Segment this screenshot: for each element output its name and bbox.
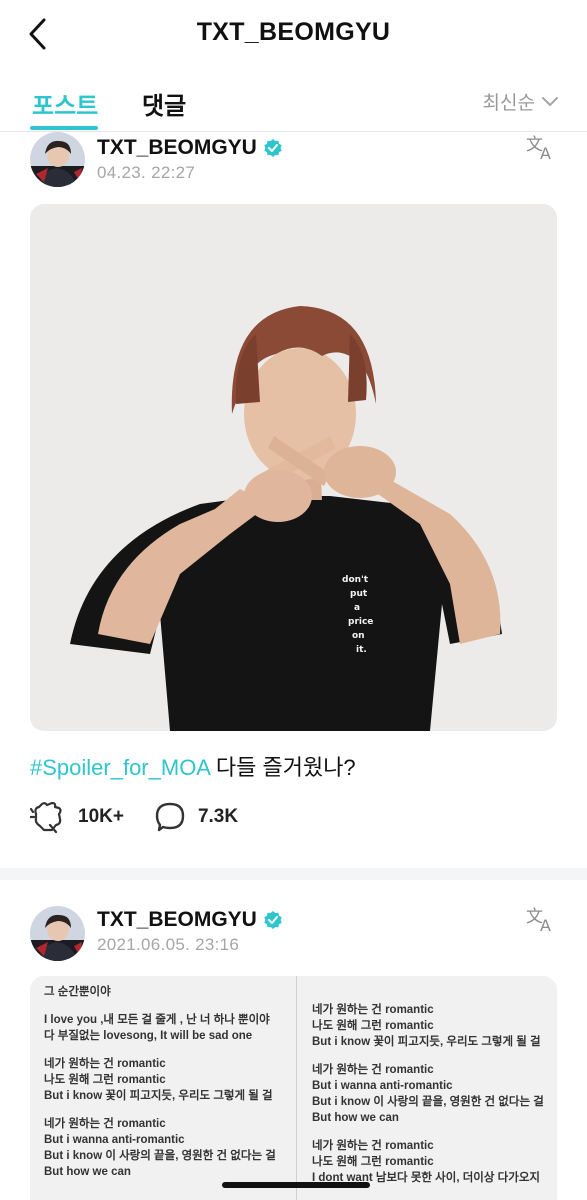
like-button[interactable]: 10K+: [30, 800, 124, 834]
post-timestamp: 2021.06.05. 23:16: [97, 935, 240, 954]
comment-count: 7.3K: [197, 806, 239, 827]
lyric-line: But i wanna anti-romantic: [312, 1080, 453, 1092]
svg-text:price: price: [348, 617, 373, 627]
avatar[interactable]: [30, 132, 85, 187]
post-actions: 10K+ 7.3K: [30, 800, 268, 834]
avatar[interactable]: [30, 906, 85, 961]
lyric-line: But i know 꽃이 피고지듯, 우리도 그렇게 될 걸: [44, 1090, 273, 1102]
verified-badge-icon: [264, 139, 282, 157]
author-row[interactable]: TXT_BEOMGYU: [97, 908, 283, 932]
top-bar: TXT_BEOMGYU: [0, 0, 587, 70]
post-divider: [0, 868, 587, 880]
svg-text:it.: it.: [356, 645, 367, 655]
page-title: TXT_BEOMGYU: [196, 18, 391, 46]
sort-dropdown[interactable]: 최신순: [483, 88, 559, 115]
lyric-line: 나도 원해 그런 romantic: [44, 1074, 166, 1086]
lyrics-left-column: 그 순간뿐이야 I love you ,내 모든 걸 줄게 , 난 너 하나 뿐이…: [44, 976, 299, 1200]
lyrics-right-column: 네가 원하는 건 romantic 나도 원해 그런 romantic But i …: [312, 976, 557, 1200]
svg-text:put: put: [350, 589, 368, 599]
lyric-line: But i know 이 사랑의 끝을, 영원한 건 없다는 걸: [44, 1150, 276, 1162]
chevron-down-icon: [542, 96, 558, 106]
lyric-line: But i wanna anti-romantic: [44, 1134, 185, 1146]
like-count: 10K+: [78, 806, 124, 827]
translate-button[interactable]: 文 A: [525, 904, 559, 935]
lyric-line: 네가 원하는 건 romantic: [312, 1064, 434, 1076]
translate-icon: 文 A: [526, 907, 551, 935]
lyric-line: 나도 원해 그런 romantic: [312, 1020, 434, 1032]
tab-bar: 포스트 댓글 최신순: [0, 70, 587, 132]
translate-button[interactable]: 文 A: [525, 132, 559, 163]
lyric-gap: [44, 1044, 299, 1056]
active-tab-indicator: [30, 126, 98, 130]
speech-bubble-icon: [155, 802, 185, 832]
lyrics-image[interactable]: 그 순간뿐이야 I love you ,내 모든 걸 줄게 , 난 너 하나 뿐이…: [30, 976, 557, 1200]
svg-text:on: on: [352, 631, 365, 641]
svg-text:a: a: [354, 603, 360, 613]
lyric-gap: [312, 1126, 557, 1138]
cheer-hand-icon: [30, 801, 62, 834]
lyric-gap: [44, 1000, 299, 1012]
post-timestamp: 04.23. 22:27: [97, 163, 196, 182]
lyric-line: 네가 원하는 건 romantic: [312, 1140, 434, 1152]
lyric-line: 네가 원하는 건 romantic: [312, 1004, 434, 1016]
lyric-line: 나도 원해 그런 romantic: [312, 1156, 434, 1168]
tab-posts[interactable]: 포스트: [32, 86, 98, 121]
lyric-line: But how we can: [44, 1166, 131, 1178]
comment-button[interactable]: 7.3K: [154, 801, 238, 833]
lyric-gap: [44, 1104, 299, 1116]
lyric-line: 다 부질없는 lovesong, It will be sad one: [44, 1030, 253, 1042]
lyric-line: 네가 원하는 건 romantic: [44, 1118, 166, 1130]
hashtag-link[interactable]: #Spoiler_for_MOA: [30, 755, 210, 780]
sort-label: 최신순: [482, 93, 535, 114]
post-card[interactable]: TXT_BEOMGYU 2021.06.05. 23:16 文 A 그 순간뿐이…: [0, 880, 587, 1200]
post-photo[interactable]: don't put a price on it.: [30, 204, 557, 731]
lyric-line: 그 순간뿐이야: [44, 986, 111, 998]
author-row[interactable]: TXT_BEOMGYU: [97, 136, 283, 160]
lyrics-separator: [296, 976, 297, 1200]
lyric-gap: [312, 1050, 557, 1062]
shirt-print-text: don't: [342, 575, 369, 585]
lyric-line: But i know 꽃이 피고지듯, 우리도 그렇게 될 걸: [312, 1036, 541, 1048]
translate-icon: 文 A: [526, 135, 551, 163]
author-name: TXT_BEOMGYU: [97, 908, 257, 931]
author-name: TXT_BEOMGYU: [97, 136, 257, 159]
post-card[interactable]: TXT_BEOMGYU 04.23. 22:27 文 A don't put a…: [0, 132, 587, 868]
lyric-line: But i know 이 사랑의 끝을, 영원한 건 없다는 걸: [312, 1096, 544, 1108]
post-caption: #Spoiler_for_MOA 다들 즐거웠나?: [30, 750, 356, 782]
svg-text:A: A: [540, 916, 551, 934]
lyric-line: I love you ,내 모든 걸 줄게 , 난 너 하나 뿐이야: [44, 1014, 270, 1026]
verified-badge-icon: [264, 911, 282, 929]
caption-text: 다들 즐거웠나?: [209, 755, 356, 780]
home-indicator[interactable]: [222, 1182, 370, 1188]
lyric-line: But how we can: [312, 1112, 399, 1124]
tab-comments[interactable]: 댓글: [142, 86, 186, 121]
svg-text:A: A: [540, 144, 551, 162]
lyric-line: 네가 원하는 건 romantic: [44, 1058, 166, 1070]
